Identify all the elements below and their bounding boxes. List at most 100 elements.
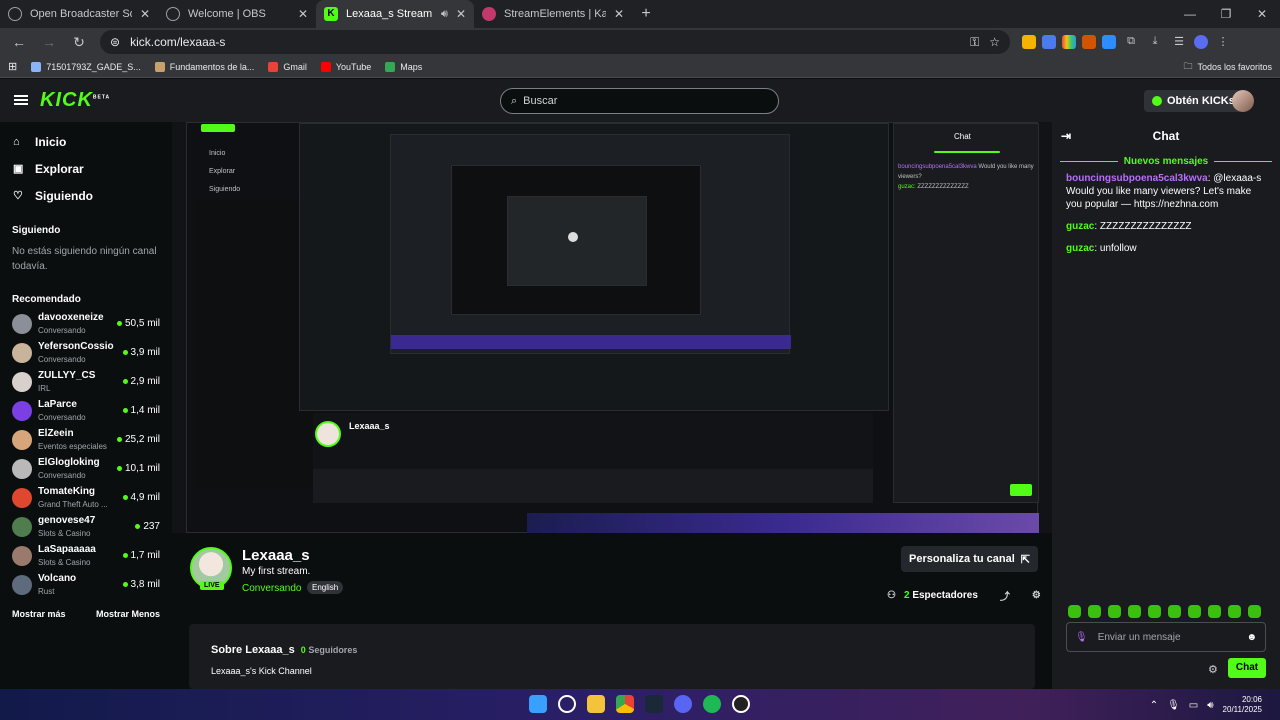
emote-icon[interactable] bbox=[1208, 605, 1221, 618]
tab-welcome-obs[interactable]: Welcome | OBS ✕ bbox=[158, 0, 316, 28]
close-window-icon[interactable]: ✕ bbox=[1244, 0, 1280, 28]
search-icon: ⌕ bbox=[511, 94, 518, 107]
forward-icon[interactable]: → bbox=[36, 34, 62, 50]
extension-icon[interactable] bbox=[1102, 35, 1116, 49]
recommended-channel[interactable]: davooxeneize Conversando 50,5 mil bbox=[0, 309, 172, 338]
emote-icon[interactable] bbox=[1248, 605, 1261, 618]
sidebar-item-explorar[interactable]: ▣ Explorar bbox=[0, 155, 172, 182]
recommended-list: davooxeneize Conversando 50,5 mil YefersonC… bbox=[0, 309, 172, 599]
apps-grid-icon[interactable]: ⊞ bbox=[8, 60, 17, 73]
spotify-icon[interactable] bbox=[703, 695, 721, 713]
discord-icon[interactable] bbox=[674, 695, 692, 713]
menu-kebab-icon[interactable]: ⋮ bbox=[1214, 35, 1232, 49]
video-player[interactable]: Inicio Explorar Siguiendo Chat bouncingsub… bbox=[172, 122, 1052, 533]
file-explorer-icon[interactable] bbox=[587, 695, 605, 713]
chat-send-button[interactable]: Chat bbox=[1228, 658, 1266, 678]
profile-avatar-icon[interactable] bbox=[1194, 35, 1208, 49]
recommended-channel[interactable]: LaSapaaaaa Slots & Casino 1,7 mil bbox=[0, 541, 172, 570]
customize-channel-button[interactable]: Personaliza tu canal ⇱ bbox=[901, 546, 1038, 572]
chat-username[interactable]: bouncingsubpoena5cal3kwva bbox=[1066, 173, 1208, 184]
extension-icon[interactable] bbox=[1042, 35, 1056, 49]
emote-icon[interactable] bbox=[1148, 605, 1161, 618]
sidebar-item-inicio[interactable]: ⌂ Inicio bbox=[0, 128, 172, 155]
microphone-icon[interactable]: 🎙︎ bbox=[1167, 700, 1180, 711]
tab-streamelements[interactable]: StreamElements | Kawaii Alert Bo ✕ bbox=[474, 0, 632, 28]
channel-meta: genovese47 Slots & Casino bbox=[38, 515, 129, 539]
close-tab-icon[interactable]: ✕ bbox=[456, 7, 466, 21]
speaker-icon[interactable]: 🔊︎ bbox=[441, 8, 448, 21]
clock[interactable]: 20:06 20/11/2025 bbox=[1223, 695, 1262, 715]
recommended-channel[interactable]: genovese47 Slots & Casino 237 bbox=[0, 512, 172, 541]
show-less-link[interactable]: Mostrar Menos bbox=[96, 609, 160, 619]
bookmark-star-icon[interactable]: ☆ bbox=[989, 35, 1000, 49]
show-more-link[interactable]: Mostrar más bbox=[12, 609, 66, 619]
bookmark-item[interactable]: 71501793Z_GADE_S... bbox=[31, 61, 141, 72]
windows-start-icon[interactable] bbox=[529, 695, 547, 713]
user-settings-icon[interactable]: ⚙ bbox=[1032, 590, 1041, 601]
recommended-channel[interactable]: ElGlogloking Conversando 10,1 mil bbox=[0, 454, 172, 483]
close-tab-icon[interactable]: ✕ bbox=[614, 7, 624, 21]
sidebar-item-siguiendo[interactable]: ♡ Siguiendo bbox=[0, 182, 172, 209]
channel-name[interactable]: Lexaaa_s bbox=[242, 547, 310, 564]
get-kicks-button[interactable]: Obtén KICKs bbox=[1144, 90, 1243, 112]
emote-icon[interactable] bbox=[1168, 605, 1181, 618]
extension-icon[interactable] bbox=[1062, 35, 1076, 49]
chrome-icon[interactable] bbox=[616, 695, 634, 713]
chat-settings-icon[interactable]: ⚙ bbox=[1208, 663, 1218, 676]
recommended-channel[interactable]: TomateKing Grand Theft Auto ... 4,9 mil bbox=[0, 483, 172, 512]
collapse-chat-icon[interactable]: ⇥ bbox=[1061, 129, 1071, 143]
extension-icon[interactable] bbox=[1082, 35, 1096, 49]
mic-icon[interactable]: 🎙︎ bbox=[1075, 632, 1088, 643]
emoji-icon[interactable]: ☻ bbox=[1246, 632, 1257, 643]
steam-icon[interactable] bbox=[645, 695, 663, 713]
emote-icon[interactable] bbox=[1088, 605, 1101, 618]
close-tab-icon[interactable]: ✕ bbox=[298, 7, 308, 21]
tray-chevron-icon[interactable]: ⌃ bbox=[1150, 700, 1158, 711]
emote-icon[interactable] bbox=[1128, 605, 1141, 618]
emote-icon[interactable] bbox=[1228, 605, 1241, 618]
emote-icon[interactable] bbox=[1188, 605, 1201, 618]
search-icon[interactable] bbox=[558, 695, 576, 713]
kick-logo[interactable]: KICKBETA bbox=[40, 89, 110, 112]
reload-icon[interactable]: ↻ bbox=[66, 34, 92, 51]
network-icon[interactable]: ▭ bbox=[1189, 700, 1198, 711]
bookmark-gmail[interactable]: Gmail bbox=[268, 61, 307, 72]
password-key-icon[interactable]: ⚿ bbox=[970, 35, 979, 50]
chat-message-input[interactable]: 🎙︎ Enviar un mensaje ☻ bbox=[1066, 622, 1266, 652]
recommended-channel[interactable]: LaParce Conversando 1,4 mil bbox=[0, 396, 172, 425]
language-tag[interactable]: English bbox=[307, 581, 344, 594]
extension-icon[interactable] bbox=[1022, 35, 1036, 49]
new-tab-button[interactable]: + bbox=[632, 0, 660, 28]
bookmark-maps[interactable]: Maps bbox=[385, 61, 422, 72]
back-icon[interactable]: ← bbox=[6, 34, 32, 50]
share-icon[interactable]: ⤴ bbox=[1000, 588, 1010, 603]
puzzle-icon[interactable]: ⧉ bbox=[1122, 35, 1140, 49]
volume-icon[interactable]: 🔊︎ bbox=[1207, 700, 1213, 711]
tab-kick-stream[interactable]: K Lexaaa_s Stream - Watch Live 🔊︎ ✕ bbox=[316, 0, 474, 28]
hamburger-menu-icon[interactable] bbox=[14, 95, 28, 105]
stream-category[interactable]: Conversando bbox=[242, 583, 301, 594]
close-tab-icon[interactable]: ✕ bbox=[140, 7, 150, 21]
bookmark-youtube[interactable]: YouTube bbox=[320, 61, 371, 72]
emote-icon[interactable] bbox=[1108, 605, 1121, 618]
bookmark-item[interactable]: Fundamentos de la... bbox=[154, 61, 254, 72]
reading-list-icon[interactable]: ☰ bbox=[1170, 35, 1188, 49]
user-avatar[interactable] bbox=[1232, 90, 1254, 112]
chat-username[interactable]: guzac bbox=[1066, 243, 1094, 254]
url-bar[interactable]: ⊜ kick.com/lexaaa-s ⚿ ☆ bbox=[100, 30, 1010, 54]
restore-icon[interactable]: ❐ bbox=[1208, 0, 1244, 28]
recommended-channel[interactable]: YefersonCossio Conversando 3,9 mil bbox=[0, 338, 172, 367]
recommended-channel[interactable]: Volcano Rust 3,8 mil bbox=[0, 570, 172, 599]
chat-username[interactable]: guzac bbox=[1066, 221, 1094, 232]
chat-title: Chat bbox=[1152, 129, 1180, 143]
search-input[interactable]: ⌕ Buscar bbox=[500, 88, 779, 114]
emote-icon[interactable] bbox=[1068, 605, 1081, 618]
tab-obs[interactable]: Open Broadcaster Software | OBS ✕ bbox=[0, 0, 158, 28]
recommended-channel[interactable]: ElZeein Eventos especiales 25,2 mil bbox=[0, 425, 172, 454]
recommended-channel[interactable]: ZULLYY_CS IRL 2,9 mil bbox=[0, 367, 172, 396]
site-info-icon[interactable]: ⊜ bbox=[110, 35, 120, 49]
minimize-icon[interactable]: — bbox=[1172, 0, 1208, 28]
obs-icon[interactable] bbox=[732, 695, 750, 713]
all-bookmarks[interactable]: 🗀 Todos los favoritos bbox=[1183, 59, 1272, 75]
download-icon[interactable]: ⤓ bbox=[1146, 35, 1164, 49]
